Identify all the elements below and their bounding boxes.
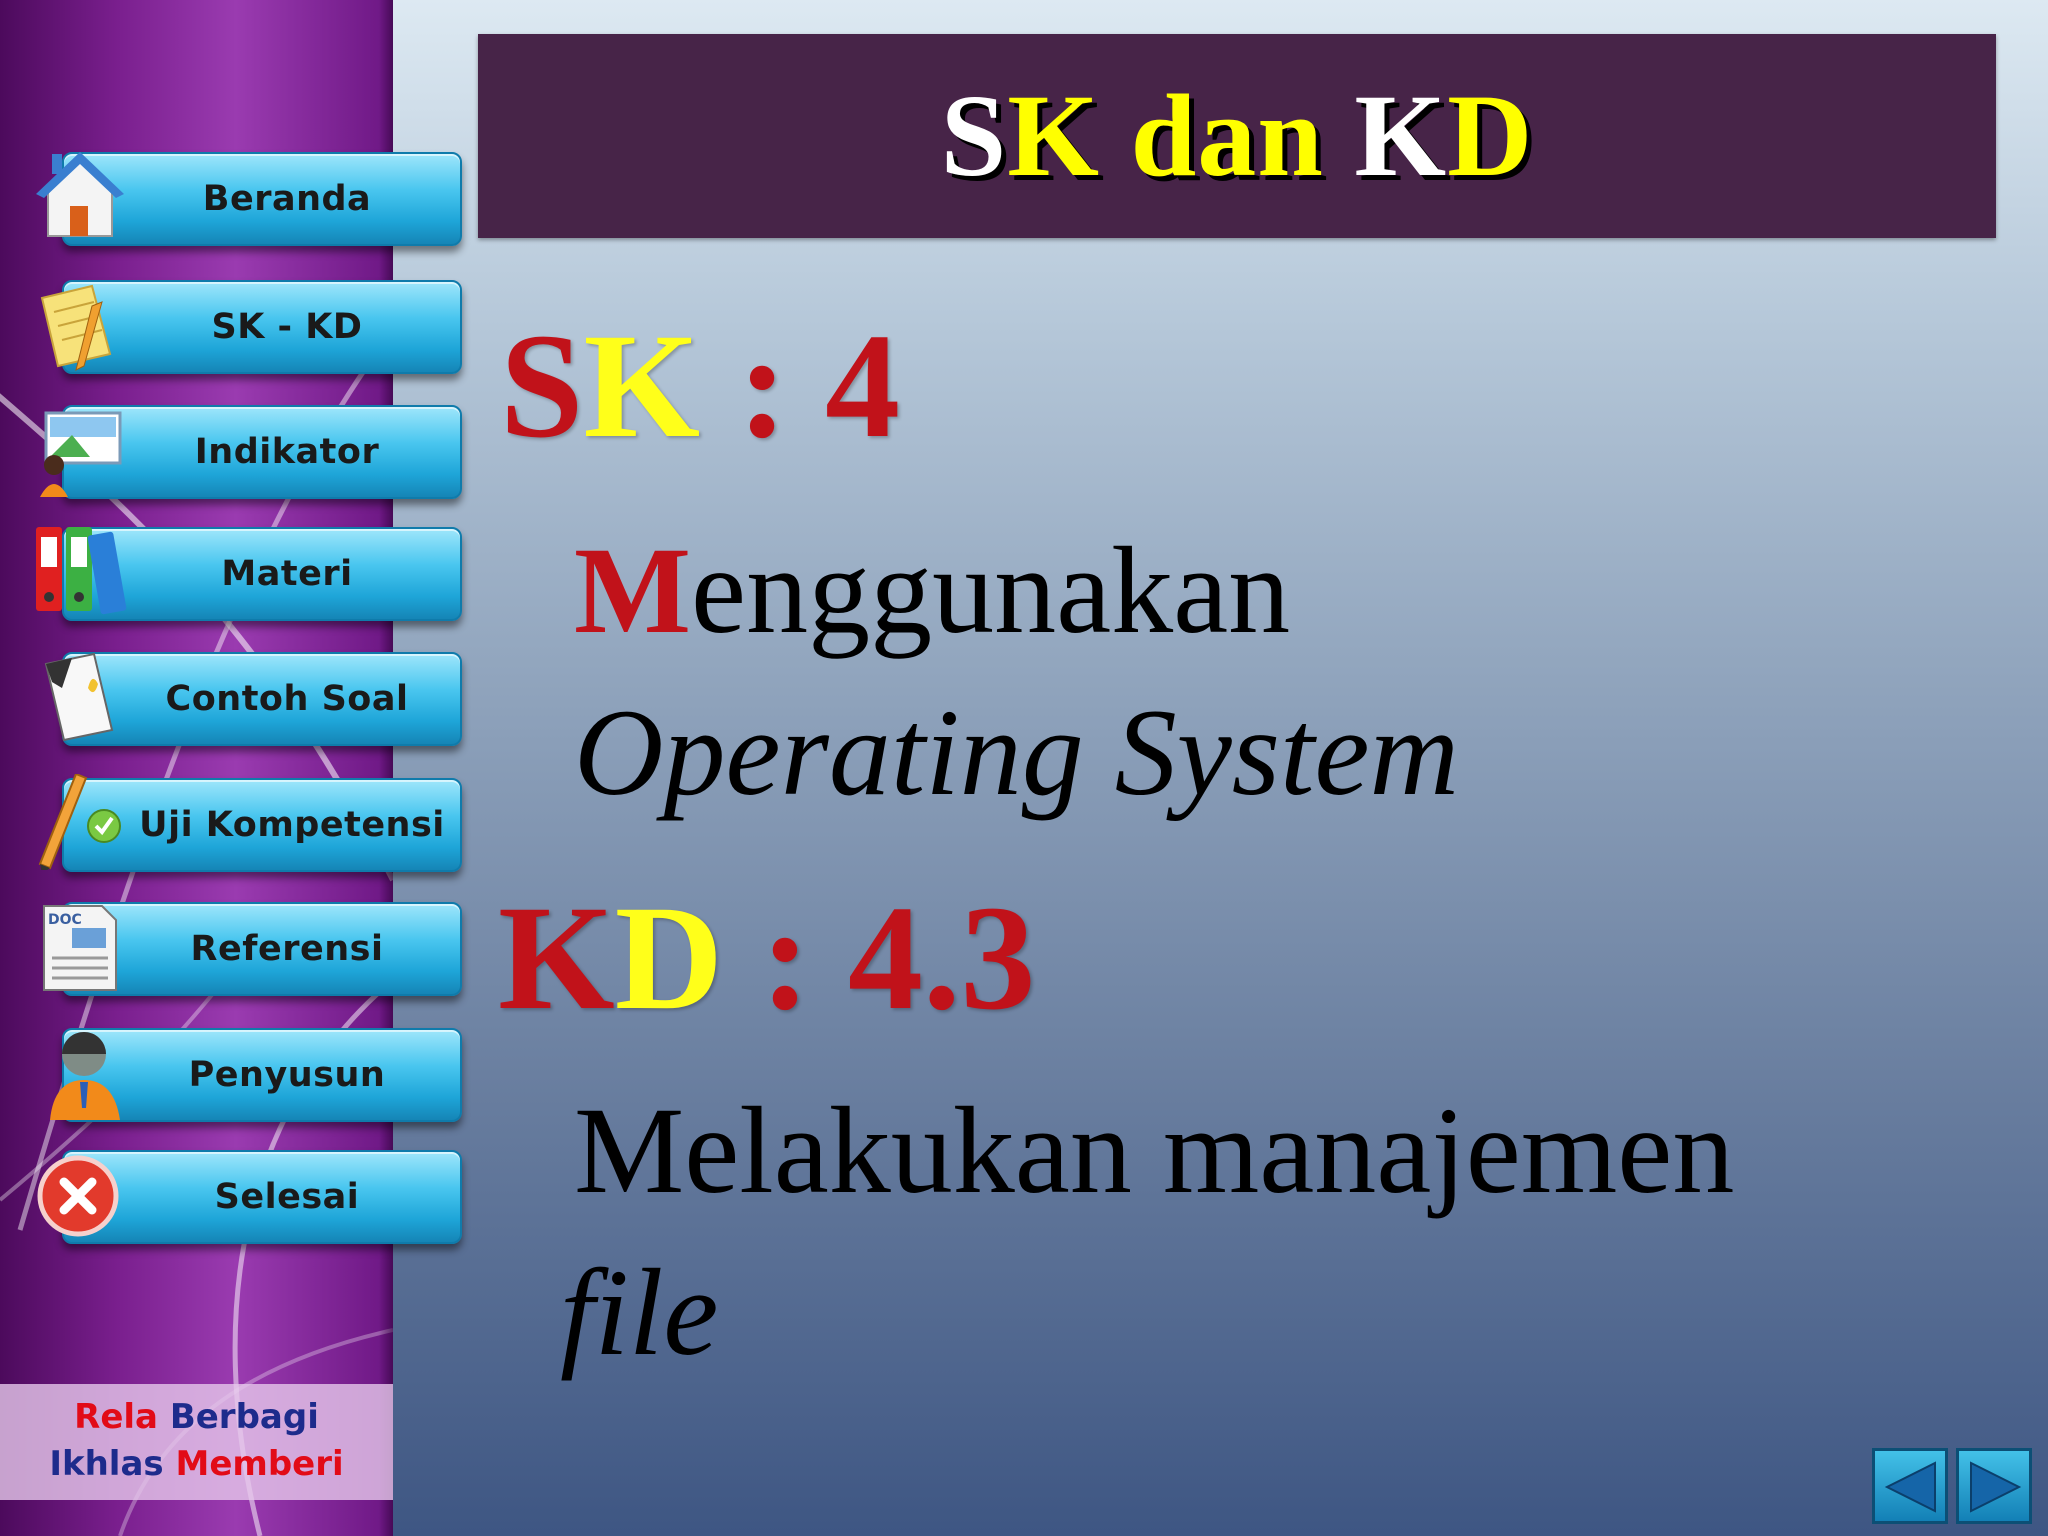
nav-label: Beranda: [202, 179, 372, 219]
motto-line-1: Rela Berbagi: [0, 1394, 393, 1441]
arrow-left-icon: [1884, 1461, 1936, 1513]
kd-heading: KD : 4.3: [498, 872, 1035, 1044]
sk-description-line-2: Operating System: [574, 684, 1460, 821]
nav-label: Contoh Soal: [165, 679, 409, 719]
notepad-pencil-icon: [40, 284, 112, 371]
sidebar-motto: Rela Berbagi Ikhlas Memberi: [0, 1384, 393, 1500]
nav-label: Uji Kompetensi: [139, 805, 445, 845]
title-fragment: S: [940, 70, 1008, 201]
kd-letter-d: D: [614, 875, 724, 1041]
title-bar: SK dan KD: [478, 34, 1996, 238]
title-fragment: K: [1007, 70, 1101, 201]
nav-label: SK - KD: [211, 307, 363, 347]
nav-label: Referensi: [190, 929, 384, 969]
title-fragment: K: [1354, 70, 1448, 201]
pencil-check-icon: [38, 774, 121, 870]
nav-button-referensi[interactable]: DOC Referensi: [43, 902, 462, 996]
title-fragment: D: [1447, 70, 1534, 201]
kd-letter-k: K: [498, 875, 615, 1041]
nav-button-indikator[interactable]: Indikator: [40, 405, 462, 499]
nav-label: Materi: [221, 554, 353, 594]
nav-button-selesai[interactable]: Selesai: [37, 1150, 462, 1244]
house-icon: [36, 152, 124, 237]
document-icon: [44, 652, 114, 742]
nav-button-contoh-soal[interactable]: Contoh Soal: [44, 652, 462, 746]
presenter-icon: [40, 411, 122, 497]
nav-label: Selesai: [214, 1177, 360, 1217]
motto-word: Memberi: [175, 1444, 344, 1484]
kd-value: : 4.3: [723, 875, 1036, 1041]
person-icon: [50, 1032, 120, 1120]
sk-description-line-1: Menggunakan: [574, 520, 1290, 662]
nav-label: Indikator: [194, 432, 380, 472]
nav-button-penyusun[interactable]: Penyusun: [50, 1028, 462, 1122]
sk-description-initial: M: [574, 522, 692, 659]
nav-label: Penyusun: [188, 1055, 386, 1095]
sk-heading: SK : 4: [500, 300, 900, 472]
nav-button-beranda[interactable]: Beranda: [36, 152, 462, 246]
close-circle-icon: [37, 1155, 119, 1237]
nav-button-materi[interactable]: Materi: [36, 527, 462, 621]
nav-button-sk-kd[interactable]: SK - KD: [40, 280, 462, 374]
sk-description-rest: enggunakan: [691, 522, 1291, 659]
sk-letter-k: K: [583, 303, 701, 469]
motto-line-2: Ikhlas Memberi: [0, 1441, 393, 1488]
page-title: SK dan KD: [478, 34, 1996, 238]
next-slide-button[interactable]: [1956, 1448, 2032, 1524]
kd-description-line-2: file: [560, 1244, 719, 1381]
sk-value: : 4: [700, 303, 901, 469]
arrow-right-icon: [1970, 1461, 2022, 1513]
motto-word: Rela: [74, 1397, 158, 1437]
doc-file-icon: DOC: [43, 905, 117, 991]
previous-slide-button[interactable]: [1872, 1448, 1948, 1524]
title-fragment: dan: [1100, 70, 1355, 201]
slide: Beranda SK - KD Indikator Materi Contoh …: [0, 0, 2048, 1536]
binders-icon: [36, 527, 127, 615]
svg-text:DOC: DOC: [48, 912, 82, 928]
nav-button-uji-kompetensi[interactable]: Uji Kompetensi: [38, 774, 462, 872]
motto-word: Ikhlas: [49, 1444, 164, 1484]
sk-letter-s: S: [500, 303, 584, 469]
kd-description-line-1: Melakukan manajemen: [574, 1082, 1735, 1219]
motto-word: Berbagi: [169, 1397, 319, 1437]
